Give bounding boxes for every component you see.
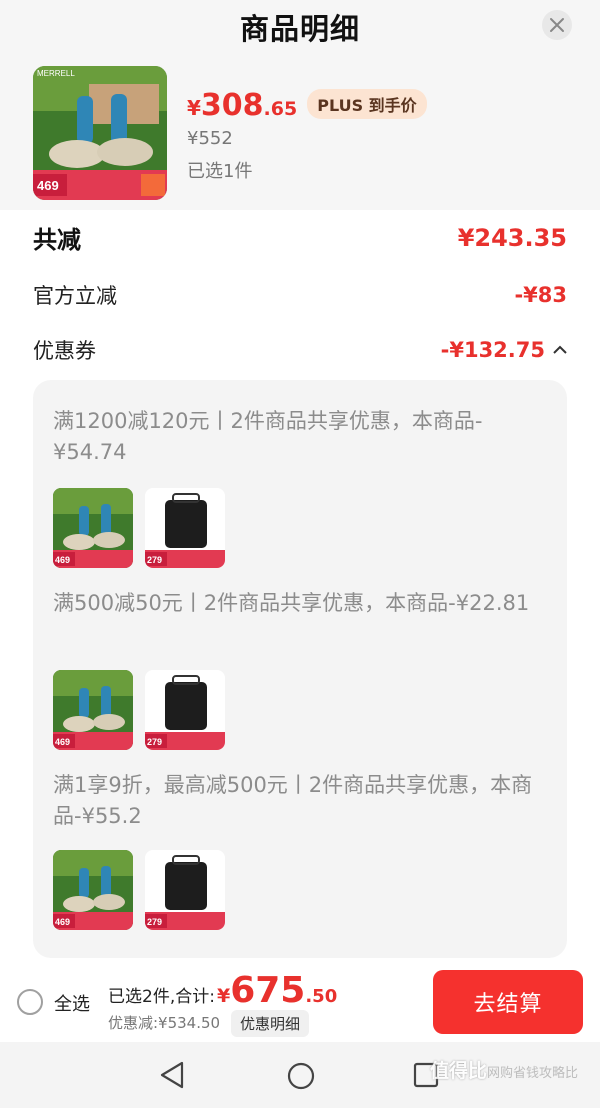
chevron-up-icon[interactable] [553, 345, 567, 355]
watermark-logo: 值得比 [430, 1060, 488, 1082]
total-discount-row: 共减 ¥243.35 [33, 220, 567, 255]
product-image-bag: 279 [145, 670, 225, 750]
coupon-1-text: 满500减50元丨2件商品共享优惠，本商品-¥22.81 [53, 591, 530, 615]
back-icon[interactable] [158, 1060, 186, 1090]
price-currency: ¥ [187, 96, 201, 120]
discount-panel: 共减 ¥243.35 官方立减 -¥83 优惠券 -¥132.75 满1200减… [0, 210, 600, 962]
total-discount-label: 共减 [33, 226, 81, 254]
product-image-shoes: 469 MERRELL [33, 66, 167, 200]
home-icon[interactable] [286, 1061, 316, 1091]
sum-currency: ¥ [216, 985, 231, 1007]
svg-text:279: 279 [147, 555, 162, 565]
coupon-value-wrap[interactable]: -¥132.75 [441, 338, 567, 362]
checkout-button[interactable]: 去结算 [433, 970, 583, 1034]
discount-total: 优惠减:¥534.50 [108, 1014, 221, 1032]
coupon-0-item-bag[interactable]: 279 [145, 488, 225, 568]
close-icon [550, 18, 564, 32]
watermark-tagline: 网购省钱攻略比 [487, 1066, 579, 1081]
discount-detail-button[interactable]: 优惠明细 [231, 1010, 310, 1037]
coupon-2-item-bag[interactable]: 279 [145, 850, 225, 930]
coupon-2-item-shoes[interactable]: 469 [53, 850, 133, 930]
selected-count[interactable]: 已选1件 [187, 157, 252, 183]
svg-text:469: 469 [55, 555, 70, 565]
product-image-shoes: 469 [53, 488, 133, 568]
svg-text:469: 469 [37, 178, 59, 193]
product-image-bag: 279 [145, 488, 225, 568]
product-header: 商品明细 469 MERRELL ¥ 308 .65 PLUS 到手价 ¥552… [0, 0, 600, 210]
total-discount-value: ¥243.35 [457, 223, 567, 252]
product-image-shoes: 469 [53, 850, 133, 930]
svg-text:469: 469 [55, 737, 70, 747]
system-nav-bar: 值得比 网购省钱攻略比 [0, 1042, 600, 1108]
checkout-bar: 全选 已选2件,合计: ¥ 675 .50 优惠减:¥534.50 优惠明细 去… [0, 962, 600, 1042]
select-all-checkbox[interactable] [17, 989, 43, 1015]
product-image-bag: 279 [145, 850, 225, 930]
product-image-shoes: 469 [53, 670, 133, 750]
coupon-2-text: 满1享9折，最高减500元丨2件商品共享优惠，本商品-¥55.2 [53, 773, 533, 828]
coupon-row[interactable]: 优惠券 -¥132.75 [33, 335, 567, 365]
sum-decimal: .50 [305, 986, 338, 1007]
sum-integer: 675 [230, 970, 306, 1011]
close-button[interactable] [542, 10, 572, 40]
price-line: ¥ 308 .65 PLUS 到手价 [187, 88, 427, 123]
price-decimal: .65 [263, 98, 298, 120]
coupon-value: -¥132.75 [440, 338, 545, 362]
coupon-0-item-shoes[interactable]: 469 [53, 488, 133, 568]
official-discount-label: 官方立减 [33, 284, 117, 308]
page-title: 商品明细 [239, 12, 360, 46]
original-price: ¥552 [187, 128, 233, 149]
svg-text:279: 279 [147, 917, 162, 927]
svg-text:469: 469 [55, 917, 70, 927]
coupon-details: 满1200减120元丨2件商品共享优惠，本商品-¥54.74 469 279 满… [33, 380, 567, 958]
coupon-1-item-shoes[interactable]: 469 [53, 670, 133, 750]
product-thumbnail[interactable]: 469 MERRELL [33, 66, 167, 200]
sum-line: 已选2件,合计: ¥ 675 .50 [108, 970, 337, 1011]
price-integer: 308 [200, 88, 264, 123]
select-all-label[interactable]: 全选 [54, 990, 90, 1016]
svg-text:MERRELL: MERRELL [37, 69, 75, 78]
coupon-0-text: 满1200减120元丨2件商品共享优惠，本商品-¥54.74 [53, 409, 483, 464]
official-discount-value: -¥83 [514, 283, 567, 307]
coupon-label: 优惠券 [33, 339, 96, 363]
official-discount-row: 官方立减 -¥83 [33, 280, 567, 310]
svg-text:279: 279 [147, 737, 162, 747]
sum-label: 已选2件,合计: [108, 987, 215, 1007]
plus-price-badge: PLUS 到手价 [307, 89, 427, 119]
coupon-1-item-bag[interactable]: 279 [145, 670, 225, 750]
